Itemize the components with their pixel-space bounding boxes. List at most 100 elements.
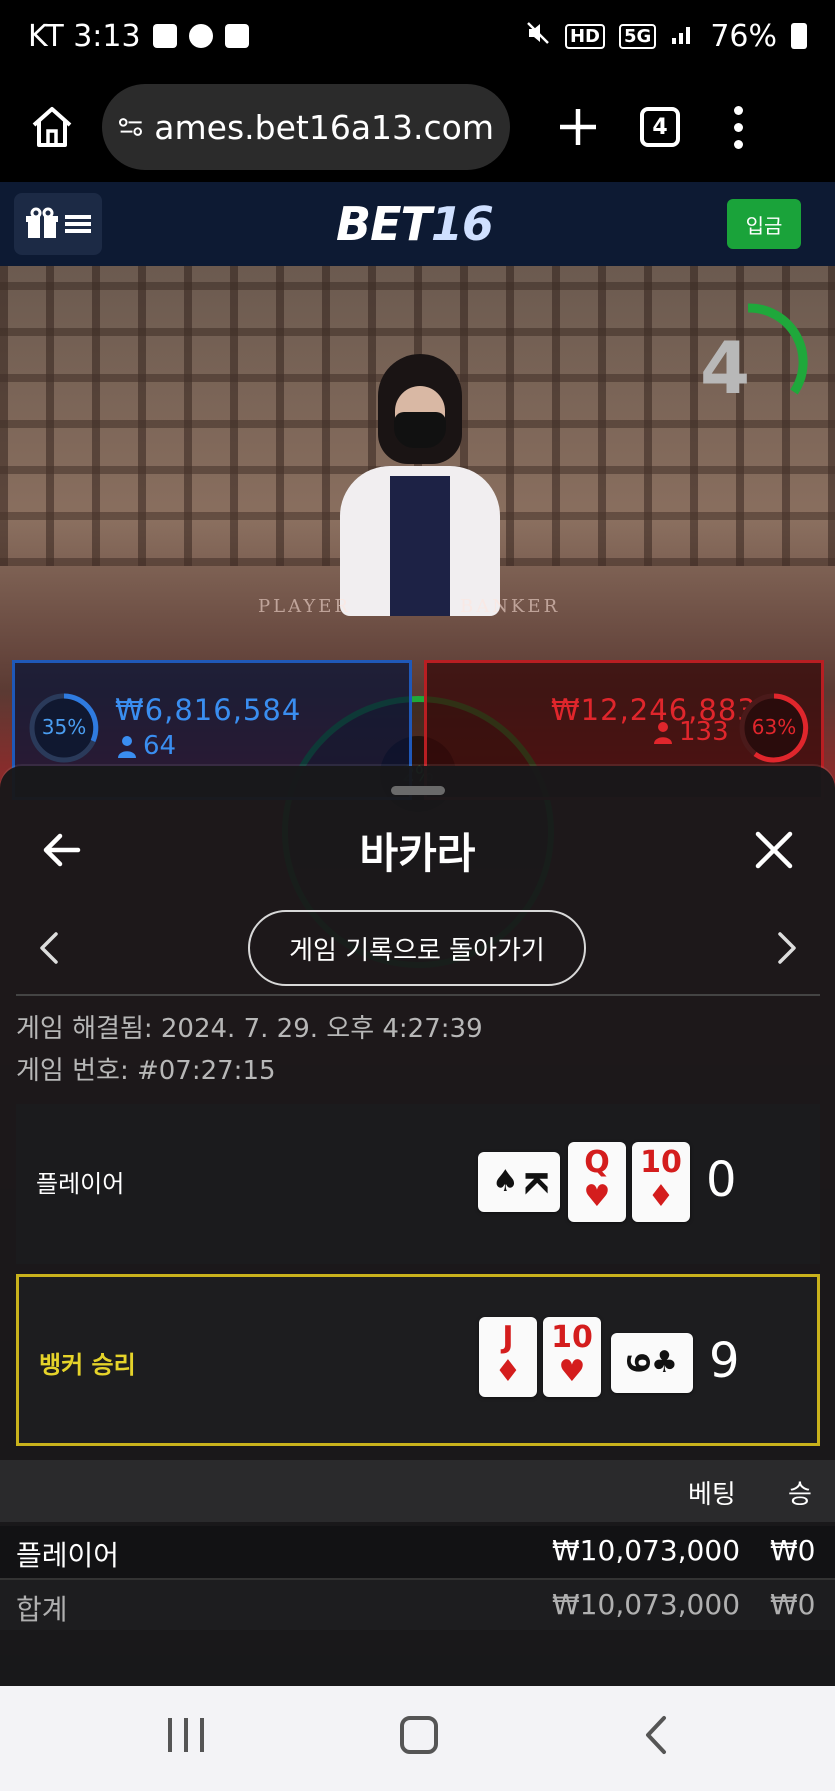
player-bet-amount: ₩6,816,584 xyxy=(115,693,302,727)
hamburger-icon xyxy=(65,215,91,233)
browser-menu-button[interactable] xyxy=(728,105,748,149)
menu-gift-button[interactable] xyxy=(14,193,102,255)
modal-header: 바카라 xyxy=(0,806,835,898)
deposit-button[interactable]: 입금 xyxy=(726,199,801,249)
system-nav-bar xyxy=(0,1686,835,1791)
banker-bettor-count: 133 xyxy=(679,717,729,747)
card-suit: ♥ xyxy=(558,1354,586,1389)
battery-percent: 76% xyxy=(710,18,777,54)
win-amount: ₩0 xyxy=(770,1588,816,1621)
win-amount: ₩0 xyxy=(770,1534,816,1567)
bets-table-header: 베팅 승 xyxy=(0,1460,835,1522)
banker-result-row: 뱅커 승리 J ♦ 10 ♥ 9 ♣ 9 xyxy=(16,1274,820,1446)
logo-number: 16 xyxy=(430,197,494,251)
player-result-row: 플레이어 ♠ K Q ♥ 10 ♦ 0 xyxy=(16,1104,820,1264)
tab-switcher-button[interactable]: 4 xyxy=(640,107,680,147)
card-rank: K xyxy=(517,1170,553,1194)
dealer-vest xyxy=(390,476,450,616)
card-suit: ♣ xyxy=(650,1345,678,1380)
line-icon xyxy=(168,1718,172,1752)
new-tab-button[interactable] xyxy=(546,95,610,159)
card-rank: 9 xyxy=(619,1352,655,1374)
divider xyxy=(16,994,820,996)
plus-icon xyxy=(560,109,596,145)
address-bar[interactable]: ames.bet16a13.com xyxy=(102,84,510,170)
bet-name: 플레이어 xyxy=(16,1539,120,1572)
dealer-mask xyxy=(394,412,446,448)
win-column-header: 승 xyxy=(788,1480,812,1510)
signal-icon xyxy=(670,19,696,54)
gift-icon xyxy=(26,207,58,238)
battery-icon xyxy=(791,23,807,49)
status-left: KT 3:13 xyxy=(28,19,249,54)
site-logo[interactable]: BET16 xyxy=(336,197,494,251)
apps-notification-icon xyxy=(224,24,249,48)
home-icon xyxy=(32,107,72,147)
close-icon[interactable] xyxy=(752,828,796,872)
playing-card: J ♦ xyxy=(479,1317,537,1397)
banker-score: 9 xyxy=(709,1333,740,1389)
dot-icon xyxy=(733,122,743,132)
player-bettor-count: 64 xyxy=(143,731,177,761)
url-text: ames.bet16a13.com xyxy=(154,107,494,147)
playing-card: 10 ♦ xyxy=(632,1142,690,1222)
game-history-modal: 바카라 게임 기록으로 돌아가기 게임 해결됨: 2024. 7. 29. 오후… xyxy=(0,766,835,1686)
card-suit: ♦ xyxy=(647,1179,675,1214)
table-row: 합계 ₩10,073,000 ₩0 xyxy=(0,1578,835,1630)
card-rank: Q xyxy=(584,1145,610,1180)
card-rank: 10 xyxy=(640,1145,682,1180)
playing-card: ♠ K xyxy=(478,1152,560,1212)
n-app-notification-icon xyxy=(188,24,213,48)
game-number: 게임 번호: #07:27:15 xyxy=(16,1056,276,1086)
dot-icon xyxy=(733,139,743,149)
modal-title: 바카라 xyxy=(359,829,476,878)
table-player-text: PLAYER xyxy=(258,596,351,617)
dot-icon xyxy=(733,105,743,115)
card-suit: ♠ xyxy=(491,1164,519,1199)
banker-percent: 63% xyxy=(751,715,797,739)
home-button[interactable] xyxy=(20,95,84,159)
bet-name: 합계 xyxy=(16,1593,68,1626)
playing-card: 9 ♣ xyxy=(611,1333,693,1393)
line-icon xyxy=(184,1718,188,1752)
line-icon xyxy=(200,1718,204,1752)
table-banker-text: BANKER xyxy=(460,596,561,617)
playing-card: 10 ♥ xyxy=(543,1317,601,1397)
site-header: BET16 입금 xyxy=(0,182,835,266)
card-rank: J xyxy=(502,1320,514,1355)
mute-icon xyxy=(525,19,551,54)
countdown-number: 4 xyxy=(700,326,751,410)
user-icon xyxy=(117,735,137,763)
hd-icon: HD xyxy=(564,23,605,49)
chevron-right-icon[interactable] xyxy=(772,930,802,966)
recent-apps-button[interactable] xyxy=(168,1718,204,1754)
user-icon xyxy=(653,721,673,749)
card-suit: ♥ xyxy=(583,1179,611,1214)
5g-icon: 5G xyxy=(619,23,657,49)
browser-toolbar: ames.bet16a13.com 4 xyxy=(0,72,835,182)
player-row-label: 플레이어 xyxy=(36,1170,125,1198)
bet-column-header: 베팅 xyxy=(688,1480,736,1510)
status-bar: KT 3:13 HD 5G 76% xyxy=(0,0,835,72)
status-right: HD 5G 76% xyxy=(525,19,807,54)
system-home-button[interactable] xyxy=(400,1716,438,1754)
card-suit: ♦ xyxy=(494,1354,522,1389)
dealer-figure xyxy=(340,326,500,626)
bet-amount: ₩10,073,000 xyxy=(552,1588,741,1621)
card-rank: 10 xyxy=(551,1320,593,1355)
drag-handle[interactable] xyxy=(391,786,445,795)
game-resolved-time: 게임 해결됨: 2024. 7. 29. 오후 4:27:39 xyxy=(16,1014,483,1044)
bet-amount: ₩10,073,000 xyxy=(552,1534,741,1567)
table-row: 플레이어 ₩10,073,000 ₩0 xyxy=(0,1526,835,1578)
history-nav-row: 게임 기록으로 돌아가기 xyxy=(0,908,835,988)
system-back-button[interactable] xyxy=(642,1714,668,1756)
logo-text: BET xyxy=(336,197,432,251)
carrier-time: KT 3:13 xyxy=(28,18,141,54)
playing-card: Q ♥ xyxy=(568,1142,626,1222)
back-to-history-button[interactable]: 게임 기록으로 돌아가기 xyxy=(248,910,586,986)
checkbox-notification-icon xyxy=(152,24,177,48)
site-settings-icon[interactable] xyxy=(118,112,144,142)
player-score: 0 xyxy=(706,1152,737,1208)
chevron-left-icon[interactable] xyxy=(34,930,64,966)
banker-row-label: 뱅커 승리 xyxy=(39,1351,136,1379)
